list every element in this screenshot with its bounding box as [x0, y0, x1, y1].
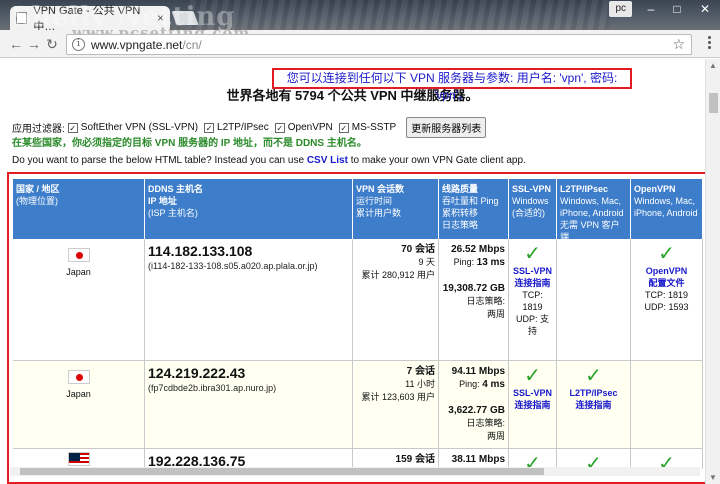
l2tp-guide-link[interactable]: L2TP/IPsec — [560, 387, 627, 399]
japan-flag-icon — [67, 248, 90, 262]
filter-l2tp[interactable]: ✓ L2TP/IPsec — [204, 122, 269, 133]
checkbox-icon[interactable]: ✓ — [204, 122, 215, 133]
table-row: Japan 114.182.133.108 (i114-182-133-108.… — [13, 239, 703, 361]
table-row: Japan 124.219.222.43 (fp7cdbde2b.ibra301… — [13, 361, 703, 449]
server-table: 国家 / 地区 (物理位置) DDNS 主机名 IP 地址 (ISP 主机名) VPN… — [13, 179, 703, 469]
horizontal-scrollbar[interactable] — [10, 467, 700, 476]
filter-label: 应用过滤器: — [12, 124, 65, 135]
bookmark-star-icon[interactable]: ☆ — [672, 36, 685, 53]
forward-arrow-icon[interactable]: → — [26, 36, 42, 52]
checkbox-icon[interactable]: ✓ — [67, 122, 78, 133]
l2tp-cell: ✓ — [557, 449, 631, 469]
scroll-down-icon[interactable]: ▼ — [709, 473, 717, 482]
browser-toolbar: www.pcsetting.com ← → ↻ i www.vpngate.ne… — [0, 24, 720, 58]
header-openvpn: OpenVPN Windows, Mac, iPhone, Android — [631, 179, 703, 239]
sslvpn-guide-link[interactable]: SSL-VPN — [512, 265, 553, 277]
country-cell — [13, 449, 145, 469]
sslvpn-guide-link[interactable]: SSL-VPN — [512, 387, 553, 399]
openvpn-config-link[interactable]: OpenVPN — [634, 265, 699, 277]
window-controls: pc – □ ✕ — [609, 0, 720, 20]
vertical-scroll-thumb[interactable] — [709, 93, 718, 113]
header-hostname: DDNS 主机名 IP 地址 (ISP 主机名) — [145, 179, 353, 239]
scroll-up-icon[interactable]: ▲ — [709, 61, 717, 70]
server-table-highlight: 国家 / 地区 (物理位置) DDNS 主机名 IP 地址 (ISP 主机名) VPN… — [7, 172, 705, 484]
openvpn-cell — [631, 361, 703, 449]
check-icon: ✓ — [658, 243, 675, 265]
header-l2tp: L2TP/IPsec Windows, Mac, iPhone, Android 无需… — [557, 179, 631, 242]
country-cell: Japan — [13, 239, 145, 361]
malaysia-flag-icon — [67, 452, 90, 466]
window-close-icon[interactable]: ✕ — [690, 0, 720, 20]
csv-list-link[interactable]: CSV List — [307, 155, 348, 166]
csv-hint: Do you want to parse the below HTML tabl… — [12, 155, 526, 166]
filter-openvpn[interactable]: ✓ OpenVPN — [274, 122, 333, 133]
quality-cell: 94.11 Mbps Ping: 4 ms 3,622.77 GB 日志策略: … — [439, 361, 509, 449]
table-row: 192.228.136.75 159 会话 38.11 Mbps ✓ ✓ ✓ — [13, 449, 703, 469]
titlebar-texture — [190, 0, 610, 30]
ip-address: 124.219.222.43 — [148, 365, 246, 381]
openvpn-cell: ✓ — [631, 449, 703, 469]
country-cell: Japan — [13, 361, 145, 449]
credentials-notice: 您可以连接到任何以下 VPN 服务器与参数: 用户名: 'vpn', 密码: '… — [272, 68, 632, 102]
check-icon: ✓ — [524, 365, 541, 387]
quality-cell: 38.11 Mbps — [439, 449, 509, 469]
japan-flag-icon — [67, 370, 90, 384]
maximize-icon[interactable]: □ — [664, 0, 690, 20]
check-icon: ✓ — [524, 243, 541, 265]
header-sessions: VPN 会话数 运行时间 累计用户数 — [353, 179, 439, 239]
sslvpn-cell: ✓ — [509, 449, 557, 469]
hostname-cell: 192.228.136.75 — [145, 449, 353, 469]
sessions-cell: 7 会话 11 小时 累计 123,603 用户 — [353, 361, 439, 449]
sessions-cell: 70 会话 9 天 累计 280,912 用户 — [353, 239, 439, 361]
url-text: www.vpngate.net/cn/ — [91, 38, 202, 52]
page-viewport: 世界各地有 5794 个公共 VPN 中继服务器。 您可以连接到任何以下 VPN… — [0, 59, 705, 484]
refresh-server-list-button[interactable]: 更新服务器列表 — [406, 117, 487, 138]
filter-softether[interactable]: ✓ SoftEther VPN (SSL-VPN) — [67, 122, 198, 133]
ip-warning: 在某些国家，你必须指定的目标 VPN 服务器的 IP 地址，而不是 DDNS 主… — [12, 138, 367, 149]
filter-mssstp[interactable]: ✓ MS-SSTP — [338, 122, 396, 133]
profile-badge[interactable]: pc — [609, 1, 632, 17]
reload-icon[interactable]: ↻ — [44, 36, 60, 52]
vertical-scrollbar[interactable]: ▲ ▼ — [705, 59, 720, 484]
check-icon: ✓ — [585, 365, 602, 387]
checkbox-icon[interactable]: ✓ — [338, 122, 349, 133]
horizontal-scroll-thumb[interactable] — [20, 468, 544, 475]
ip-address: 114.182.133.108 — [148, 243, 253, 259]
l2tp-cell: ✓ L2TP/IPsec 连接指南 — [557, 361, 631, 449]
sslvpn-cell: ✓ SSL-VPN 连接指南 — [509, 361, 557, 449]
header-sslvpn: SSL-VPN Windows (合适的) — [509, 179, 557, 239]
site-info-icon[interactable]: i — [72, 38, 85, 51]
checkbox-icon[interactable]: ✓ — [274, 122, 285, 133]
l2tp-cell — [557, 239, 631, 361]
minimize-icon[interactable]: – — [638, 0, 664, 20]
hostname-cell: 114.182.133.108 (i114-182-133-108.s05.a0… — [145, 239, 353, 361]
back-arrow-icon[interactable]: ← — [8, 36, 24, 52]
address-bar[interactable]: i www.vpngate.net/cn/ ☆ — [66, 34, 692, 55]
header-country: 国家 / 地区 (物理位置) — [13, 179, 145, 239]
hostname-cell: 124.219.222.43 (fp7cdbde2b.ibra301.ap.nu… — [145, 361, 353, 449]
header-quality: 线路质量 吞吐量和 Ping 累积转移 日志策略 — [439, 179, 509, 239]
sessions-cell: 159 会话 — [353, 449, 439, 469]
openvpn-cell: ✓ OpenVPN 配置文件 TCP: 1819 UDP: 1593 — [631, 239, 703, 361]
browser-menu-icon[interactable] — [708, 36, 712, 52]
sslvpn-cell: ✓ SSL-VPN 连接指南 TCP: 1819 UDP: 支持 — [509, 239, 557, 361]
quality-cell: 26.52 Mbps Ping: 13 ms 19,308.72 GB 日志策略… — [439, 239, 509, 361]
